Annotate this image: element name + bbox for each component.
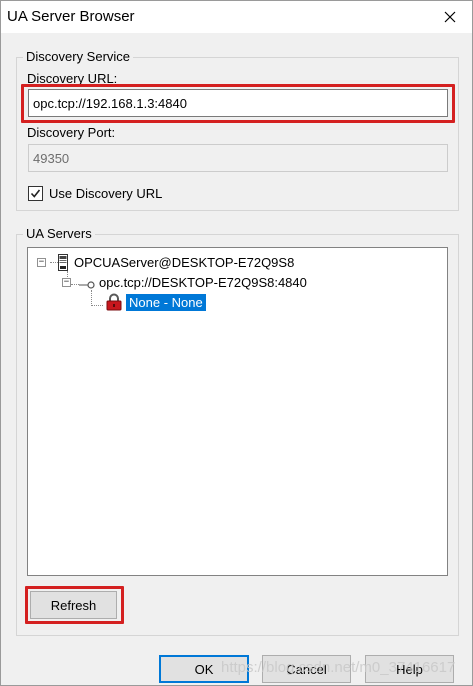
checkmark-icon [30,189,41,198]
use-discovery-url-checkbox[interactable] [28,186,43,201]
discovery-url-label: Discovery URL: [27,71,118,86]
endpoint-label: opc.tcp://DESKTOP-E72Q9S8:4840 [99,275,307,290]
server-icon [58,254,68,271]
close-button[interactable] [438,5,462,29]
tree-node-server[interactable]: − OPCUAServer@DESKTOP-E72Q9S8 [37,254,294,271]
server-label: OPCUAServer@DESKTOP-E72Q9S8 [74,255,295,270]
servers-tree[interactable]: − OPCUAServer@DESKTOP-E72Q9S8 − opc.tcp:… [27,247,448,576]
endpoint-icon [79,278,95,289]
ok-button[interactable]: OK [159,655,249,683]
discovery-port-label: Discovery Port: [27,125,116,140]
refresh-button[interactable]: Refresh [30,591,117,619]
lock-icon [105,293,123,311]
title-bar: UA Server Browser [1,1,472,33]
discovery-url-input[interactable]: opc.tcp://192.168.1.3:4840 [28,89,448,117]
server-browser-dialog: UA Server Browser Discovery Service Disc… [0,0,473,686]
window-title: UA Server Browser [7,8,135,25]
use-discovery-url-checkbox-row[interactable]: Use Discovery URL [28,186,162,201]
tree-node-security[interactable]: None - None [105,292,207,312]
help-button[interactable]: Help [365,655,454,683]
ua-servers-label: UA Servers [23,226,95,241]
collapse-toggle[interactable]: − [37,258,46,267]
use-discovery-url-label: Use Discovery URL [49,186,163,201]
security-policy-label: None - None [125,292,207,312]
tree-connector [91,290,92,306]
tree-connector [91,305,103,306]
cancel-button[interactable]: Cancel [262,655,351,683]
collapse-toggle[interactable]: − [62,278,71,287]
close-icon [444,11,456,23]
discovery-service-label: Discovery Service [23,49,134,64]
discovery-port-input: 49350 [28,144,448,172]
tree-node-endpoint[interactable]: − opc.tcp://DESKTOP-E72Q9S8:4840 [62,275,307,290]
